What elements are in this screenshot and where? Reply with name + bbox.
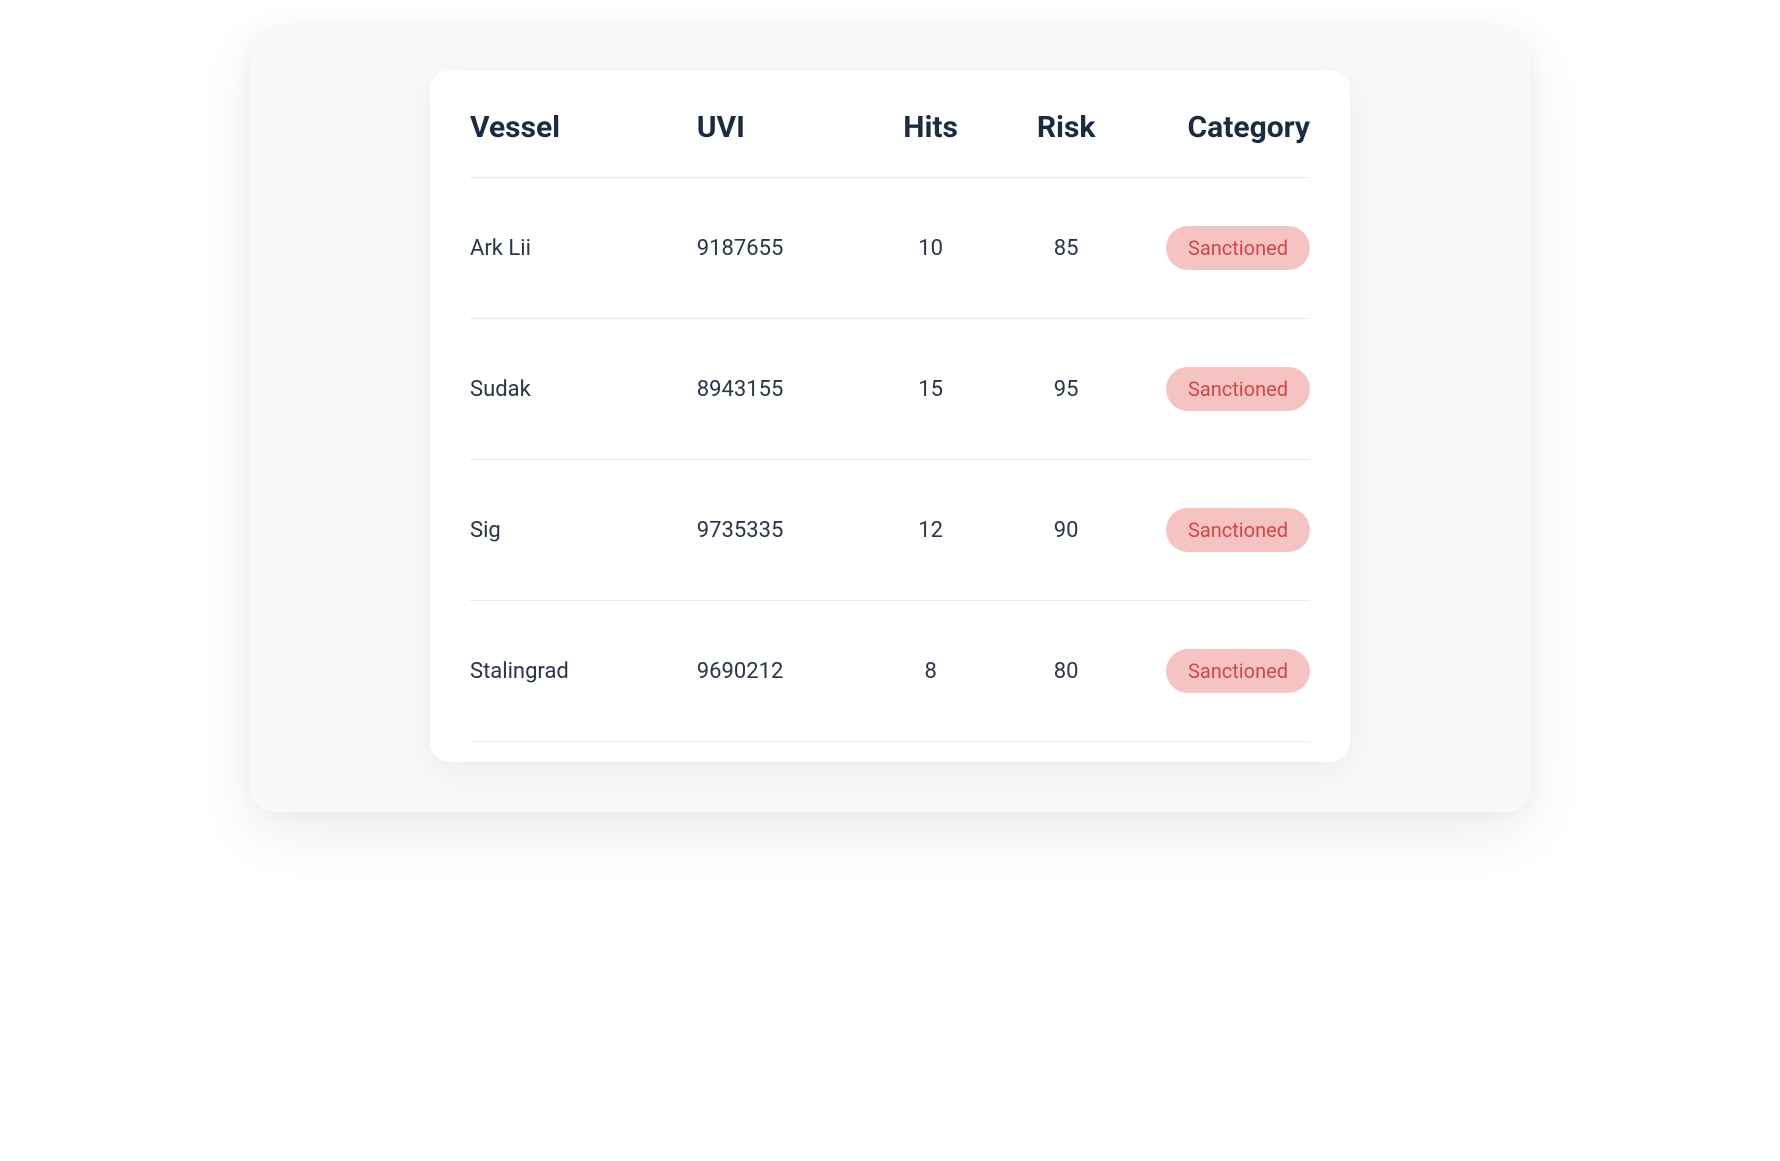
cell-hits: 8 <box>863 659 998 684</box>
cell-vessel: Sudak <box>470 377 687 402</box>
vessel-table-card: Vessel UVI Hits Risk Category Ark Lii 91… <box>430 70 1350 762</box>
cell-risk: 85 <box>998 236 1133 261</box>
cell-vessel: Sig <box>470 518 687 543</box>
header-category: Category <box>1134 110 1310 145</box>
table-header-row: Vessel UVI Hits Risk Category <box>470 110 1310 178</box>
vessel-table: Vessel UVI Hits Risk Category Ark Lii 91… <box>470 110 1310 742</box>
cell-uvi: 9735335 <box>687 518 863 543</box>
cell-category: Sanctioned <box>1134 367 1310 411</box>
cell-hits: 10 <box>863 236 998 261</box>
status-badge: Sanctioned <box>1166 367 1310 411</box>
table-row: Stalingrad 9690212 8 80 Sanctioned <box>470 601 1310 742</box>
cell-risk: 80 <box>998 659 1133 684</box>
status-badge: Sanctioned <box>1166 226 1310 270</box>
cell-category: Sanctioned <box>1134 226 1310 270</box>
table-row: Sudak 8943155 15 95 Sanctioned <box>470 319 1310 460</box>
cell-hits: 12 <box>863 518 998 543</box>
cell-uvi: 9690212 <box>687 659 863 684</box>
cell-vessel: Ark Lii <box>470 236 687 261</box>
header-risk: Risk <box>998 110 1133 145</box>
cell-uvi: 8943155 <box>687 377 863 402</box>
header-hits: Hits <box>863 110 998 145</box>
cell-category: Sanctioned <box>1134 508 1310 552</box>
cell-vessel: Stalingrad <box>470 659 687 684</box>
cell-risk: 95 <box>998 377 1133 402</box>
cell-hits: 15 <box>863 377 998 402</box>
cell-risk: 90 <box>998 518 1133 543</box>
header-vessel: Vessel <box>470 110 687 145</box>
cell-category: Sanctioned <box>1134 649 1310 693</box>
status-badge: Sanctioned <box>1166 508 1310 552</box>
table-row: Ark Lii 9187655 10 85 Sanctioned <box>470 178 1310 319</box>
outer-panel: Vessel UVI Hits Risk Category Ark Lii 91… <box>250 30 1530 812</box>
header-uvi: UVI <box>687 110 863 145</box>
status-badge: Sanctioned <box>1166 649 1310 693</box>
table-row: Sig 9735335 12 90 Sanctioned <box>470 460 1310 601</box>
cell-uvi: 9187655 <box>687 236 863 261</box>
